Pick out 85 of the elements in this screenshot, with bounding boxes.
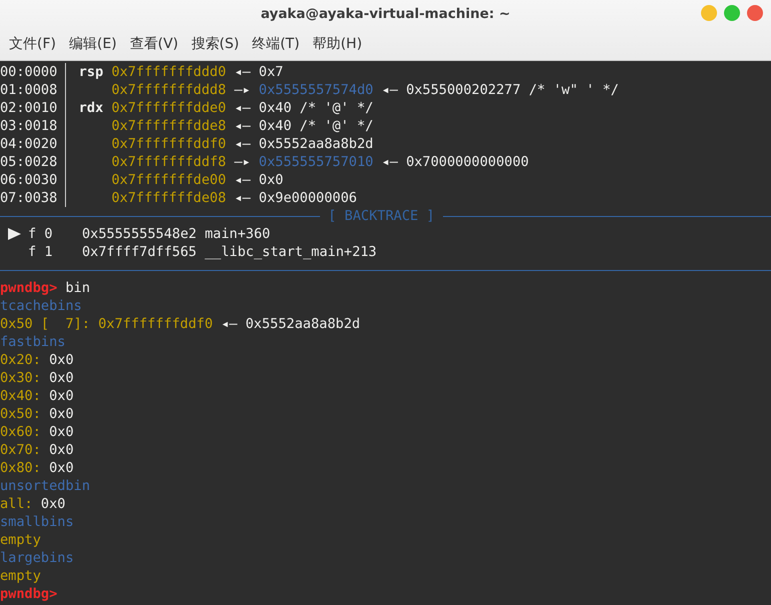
menu-item[interactable]: 搜索(S) <box>186 31 244 57</box>
frame-number: f 1 <box>28 243 54 261</box>
terminal-text: 0x0 <box>49 351 74 369</box>
menu-item[interactable]: 终端(T) <box>247 31 305 57</box>
terminal-text: largebins <box>0 549 74 567</box>
terminal-text: smallbins <box>0 513 74 531</box>
terminal-text: 0x0 <box>258 171 284 189</box>
stack-offset: 00:0000 <box>0 63 66 81</box>
menu-item[interactable]: 文件(F) <box>4 31 61 57</box>
frame-number: f 0 <box>28 225 54 243</box>
terminal-text: pwndbg> <box>0 279 58 297</box>
terminal-text: ◂— <box>234 63 251 81</box>
frame-symbol: main+360 <box>204 225 270 243</box>
terminal-text: 0x7fffffffde00 <box>111 171 226 189</box>
stack-offset: 03:0018 <box>0 117 66 135</box>
terminal-text: —▸ <box>234 153 251 171</box>
terminal-text: 0x7 <box>258 63 284 81</box>
terminal-text: 0x0 <box>40 495 66 513</box>
terminal-text: 0x40 /* '@' */ <box>258 99 374 117</box>
stack-offset: 06:0030 <box>0 171 66 189</box>
terminal-text: 0x50: <box>0 405 41 423</box>
window-title: ayaka@ayaka-virtual-machine: ~ <box>260 6 510 22</box>
terminal-text: 0x7fffffffdde8 <box>111 117 226 135</box>
menu-item[interactable]: 查看(V) <box>124 31 184 57</box>
terminal-text: 0x20: <box>0 351 41 369</box>
terminal-text: fastbins <box>0 333 66 351</box>
terminal-text: 0x0 <box>49 369 74 387</box>
terminal-text: 0x0 <box>49 441 74 459</box>
terminal-text: 0x5555557574d0 <box>258 81 374 99</box>
terminal-text: bin <box>65 279 90 297</box>
stack-offset: 01:0008 <box>0 81 66 99</box>
terminal-text: 0x7fffffffddf0 <box>111 135 226 153</box>
terminal-text: 0x7000000000000 <box>406 153 529 171</box>
menu-item[interactable]: 编辑(E) <box>64 31 122 57</box>
register-label: rdx <box>78 99 104 117</box>
minimize-button[interactable] <box>701 5 717 21</box>
terminal-text: 0x0 <box>49 423 74 441</box>
terminal-text: 0x9e00000006 <box>258 189 357 207</box>
terminal-text: 0x0 <box>49 405 74 423</box>
terminal-text: 0x7fffffffddd0 <box>111 63 226 81</box>
terminal-text: 0x7fffffffddf0 <box>98 315 213 333</box>
terminal-text: all: <box>0 495 33 513</box>
terminal-text: empty <box>0 567 41 585</box>
terminal-text: ◂— <box>234 135 251 153</box>
terminal-text: 0x40 /* '@' */ <box>258 117 374 135</box>
terminal-text: tcachebins <box>0 297 82 315</box>
terminal-text: ◂— <box>234 171 251 189</box>
stack-offset: 04:0020 <box>0 135 66 153</box>
terminal-text: pwndbg> <box>0 585 58 603</box>
section-header: [ BACKTRACE ] <box>327 208 436 224</box>
stack-offset: 02:0010 <box>0 99 66 117</box>
frame-address: 0x5555555548e2 <box>82 225 197 243</box>
terminal-text: ◂— <box>234 117 251 135</box>
terminal-text: ◂— <box>234 99 251 117</box>
close-button[interactable] <box>747 5 763 21</box>
terminal-text: 0x7fffffffde08 <box>111 189 226 207</box>
terminal-text: 0x60: <box>0 423 41 441</box>
terminal-text: 0x0 <box>49 387 74 405</box>
terminal-text: unsortedbin <box>0 477 90 495</box>
terminal-text: 0x5552aa8a8b2d <box>258 135 374 153</box>
terminal-text: ◂— <box>382 81 398 99</box>
terminal-text: 0x5552aa8a8b2d <box>246 315 360 333</box>
terminal-text: empty <box>0 531 41 549</box>
terminal-text: 0x70: <box>0 441 41 459</box>
stack-offset: 07:0038 <box>0 189 66 207</box>
terminal-text: ◂— <box>234 189 251 207</box>
terminal-text: 0x80: <box>0 459 41 477</box>
terminal-text: 0x7fffffffdde0 <box>111 99 226 117</box>
terminal-text: ◂— <box>382 153 398 171</box>
terminal-text: 0x555555757010 <box>258 153 374 171</box>
stack-offset: 05:0028 <box>0 153 66 171</box>
menu-item[interactable]: 帮助(H) <box>308 31 368 57</box>
frame-address: 0x7ffff7dff565 <box>82 243 197 261</box>
terminal-text: —▸ <box>234 81 251 99</box>
terminal-text: ◂— <box>220 315 238 333</box>
terminal-text: 0x555000202277 /* 'w" ' */ <box>406 81 619 99</box>
terminal-text: 0x40: <box>0 387 41 405</box>
maximize-button[interactable] <box>724 5 740 21</box>
register-label: rsp <box>78 63 104 81</box>
terminal-text: 0x7fffffffddd8 <box>111 81 226 99</box>
terminal-text: 0x7fffffffddf8 <box>111 153 226 171</box>
terminal-text: 0x30: <box>0 369 41 387</box>
terminal-text: 0x0 <box>49 459 74 477</box>
terminal-text: 0x50 [ 7]: <box>0 315 90 333</box>
frame-symbol: __libc_start_main+213 <box>204 243 377 261</box>
